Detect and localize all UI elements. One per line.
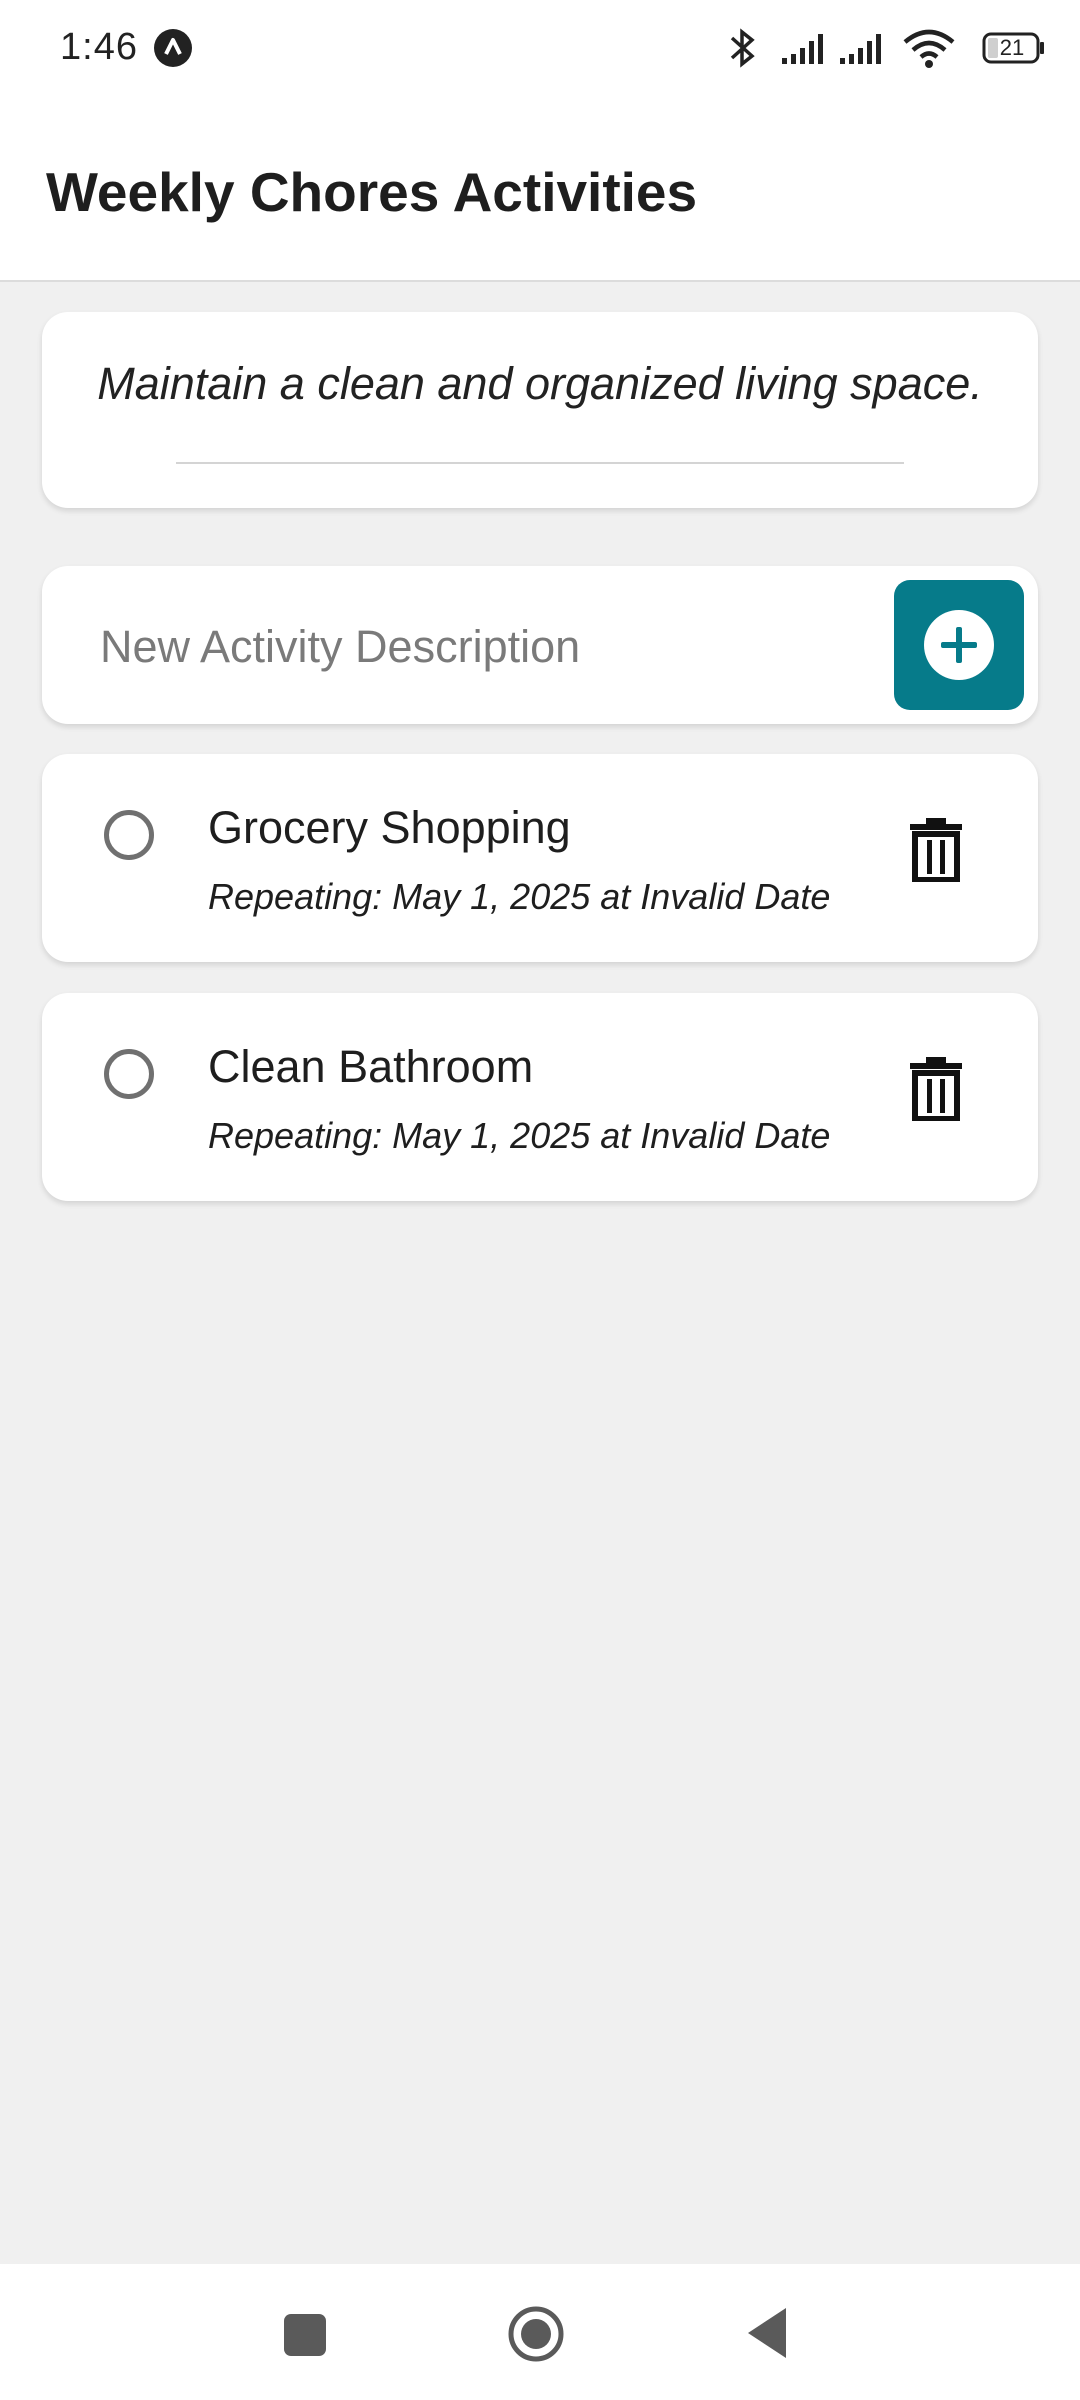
back-triangle-icon[interactable] [736,2300,802,2366]
battery-icon: 21 [982,32,1046,64]
signal-icon [840,34,881,64]
home-circle-icon[interactable] [500,2298,572,2370]
plus-circle-icon [924,610,994,680]
chore-schedule: Repeating: May 1, 2025 at Invalid Date [208,1115,831,1156]
add-activity-button[interactable] [894,580,1024,710]
battery-level: 21 [999,35,1025,60]
new-activity-card [42,566,1038,724]
signal-icon [782,34,823,64]
chore-title: Clean Bathroom [208,1041,534,1092]
goal-divider [176,462,904,464]
page-title: Weekly Chores Activities [46,161,698,223]
list-item[interactable]: Grocery Shopping Repeating: May 1, 2025 … [42,754,1038,962]
status-time: 1:46 [60,26,138,68]
wifi-icon [903,29,955,68]
navigation-bar [0,2264,1080,2400]
app-header: Weekly Chores Activities [0,96,1080,282]
app-notification-icon [154,29,192,67]
goal-description[interactable]: Maintain a clean and organized living sp… [42,358,1038,410]
complete-checkbox[interactable] [104,810,154,860]
chore-schedule: Repeating: May 1, 2025 at Invalid Date [208,876,831,917]
trash-icon[interactable] [906,1055,966,1121]
complete-checkbox[interactable] [104,1049,154,1099]
status-bar: 1:46 21 [0,0,1080,96]
bluetooth-icon [730,28,755,68]
list-item[interactable]: Clean Bathroom Repeating: May 1, 2025 at… [42,993,1038,1201]
new-activity-input[interactable] [98,606,902,688]
chore-title: Grocery Shopping [208,802,571,853]
goal-card: Maintain a clean and organized living sp… [42,312,1038,508]
recents-square-icon[interactable] [272,2302,338,2368]
trash-icon[interactable] [906,816,966,882]
